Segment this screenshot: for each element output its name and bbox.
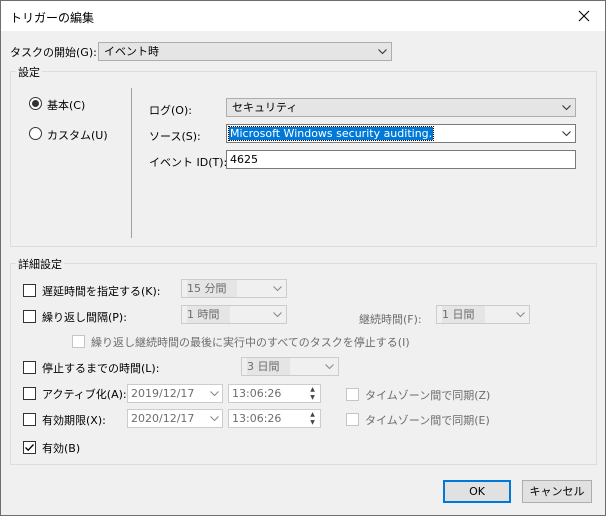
start-task-dropdown[interactable]: イベント時 — [98, 42, 392, 61]
close-button[interactable] — [563, 1, 605, 31]
chevron-down-icon — [374, 43, 391, 60]
duration-value: 1 日間 — [442, 306, 485, 323]
event-id-label: イベント ID(T): — [149, 156, 228, 169]
spin-down-icon: ▼ — [310, 393, 315, 401]
delay-dropdown[interactable]: 15 分間 — [181, 279, 287, 298]
log-dropdown[interactable]: セキュリティ — [226, 98, 576, 117]
stop-at-end-checkbox[interactable] — [72, 335, 85, 348]
stop-after-checkbox[interactable] — [23, 361, 36, 374]
chevron-down-icon — [210, 385, 219, 402]
edit-trigger-dialog: トリガーの編集 タスクの開始(G): イベント時 設定 基本(C) カスタム(U… — [0, 0, 606, 516]
delay-value: 15 分間 — [187, 280, 237, 297]
stop-after-dropdown[interactable]: 3 日間 — [241, 357, 339, 376]
close-icon — [578, 10, 590, 22]
chevron-down-icon — [210, 410, 219, 427]
activate-time-picker[interactable]: 13:06:26 ▲ ▼ — [228, 384, 321, 403]
repeat-label: 繰り返し間隔(P): — [42, 311, 127, 324]
stop-after-value: 3 日間 — [247, 358, 290, 375]
event-id-input[interactable]: 4625 — [226, 150, 576, 169]
repeat-dropdown[interactable]: 1 時間 — [181, 305, 287, 324]
expire-time-value: 13:06:26 — [232, 412, 282, 425]
custom-radio[interactable] — [29, 127, 42, 140]
basic-radio-label: 基本(C) — [47, 99, 86, 112]
expire-label: 有効期限(X): — [42, 414, 106, 427]
chevron-down-icon — [269, 306, 286, 323]
settings-divider — [131, 88, 132, 238]
source-value: Microsoft Windows security auditing. — [227, 126, 435, 141]
activate-time-value: 13:06:26 — [232, 387, 282, 400]
delay-label: 遅延時間を指定する(K): — [42, 285, 161, 298]
stop-at-end-label: 繰り返し継続時間の最後に実行中のすべてのタスクを停止する(I) — [91, 336, 410, 349]
activate-checkbox[interactable] — [23, 387, 36, 400]
start-task-label: タスクの開始(G): — [10, 46, 97, 59]
duration-dropdown[interactable]: 1 日間 — [436, 305, 530, 324]
expire-time-spinner[interactable]: ▲ ▼ — [305, 410, 320, 427]
custom-radio-label: カスタム(U) — [47, 129, 108, 142]
chevron-down-icon — [512, 306, 529, 323]
expire-time-picker[interactable]: 13:06:26 ▲ ▼ — [228, 409, 321, 428]
title-bar: トリガーの編集 — [1, 1, 605, 31]
event-id-value: 4625 — [230, 153, 258, 166]
chevron-down-icon — [558, 99, 575, 116]
expire-checkbox[interactable] — [23, 413, 36, 426]
spin-down-icon: ▼ — [310, 418, 315, 426]
expire-date-picker[interactable]: 2020/12/17 — [127, 409, 223, 428]
source-combobox[interactable]: Microsoft Windows security auditing. — [226, 124, 576, 143]
enabled-label: 有効(B) — [42, 442, 81, 455]
log-label: ログ(O): — [149, 104, 192, 117]
activate-sync-checkbox[interactable] — [346, 388, 359, 401]
expire-sync-checkbox[interactable] — [346, 413, 359, 426]
basic-radio[interactable] — [29, 97, 42, 110]
activate-label: アクティブ化(A): — [42, 388, 127, 401]
checkmark-icon — [25, 444, 34, 452]
activate-sync-label: タイムゾーン間で同期(Z) — [365, 389, 491, 402]
chevron-down-icon — [558, 125, 575, 142]
repeat-value: 1 時間 — [187, 306, 230, 323]
enabled-checkbox[interactable] — [23, 441, 36, 454]
cancel-button[interactable]: キャンセル — [522, 480, 592, 503]
expire-sync-label: タイムゾーン間で同期(E) — [365, 414, 490, 427]
chevron-down-icon — [269, 280, 286, 297]
chevron-down-icon — [321, 358, 338, 375]
settings-group-title: 設定 — [16, 64, 42, 80]
repeat-checkbox[interactable] — [23, 310, 36, 323]
stop-after-label: 停止するまでの時間(L): — [42, 362, 160, 375]
ok-button[interactable]: OK — [443, 480, 511, 503]
activate-date-picker[interactable]: 2019/12/17 — [127, 384, 223, 403]
duration-label: 継続時間(F): — [359, 313, 422, 326]
expire-date-value: 2020/12/17 — [131, 412, 195, 425]
advanced-group-title: 詳細設定 — [16, 256, 64, 272]
source-label: ソース(S): — [149, 130, 201, 143]
start-task-value: イベント時 — [104, 45, 159, 58]
activate-time-spinner[interactable]: ▲ ▼ — [305, 385, 320, 402]
log-value: セキュリティ — [232, 101, 298, 114]
delay-checkbox[interactable] — [23, 284, 36, 297]
window-title: トリガーの編集 — [10, 11, 95, 25]
activate-date-value: 2019/12/17 — [131, 387, 195, 400]
